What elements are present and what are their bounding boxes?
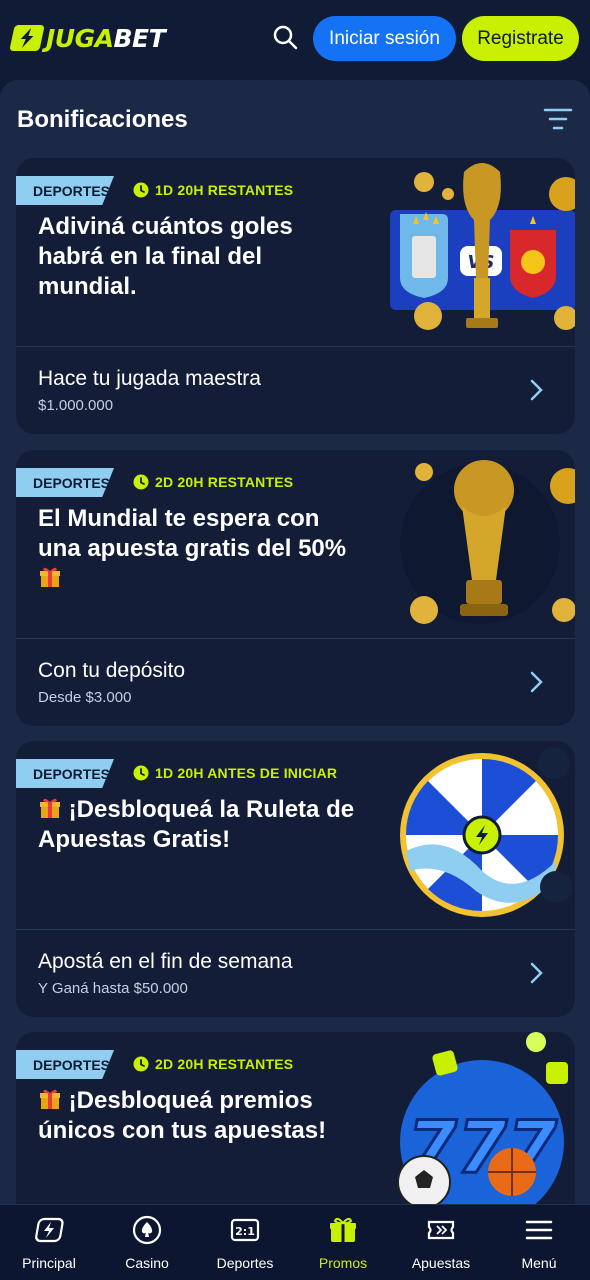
spade-icon bbox=[132, 1215, 162, 1245]
nav-item-deportes[interactable]: 2:1 Deportes bbox=[196, 1205, 294, 1280]
nav-item-apuestas[interactable]: Apuestas bbox=[392, 1205, 490, 1280]
ticket-icon bbox=[427, 1220, 455, 1240]
promo-title: ¡Desbloqueá la Ruleta de Apuestas Gratis… bbox=[38, 796, 355, 853]
promo-amount: Y Ganá hasta $50.000 bbox=[38, 980, 188, 997]
nav-item-promos[interactable]: Promos bbox=[294, 1205, 392, 1280]
promo-details-row[interactable]: Apostá en el fin de semana Y Ganá hasta … bbox=[16, 930, 575, 1017]
top-header: JUGABET Iniciar sesión Registrate bbox=[0, 0, 590, 78]
logo-text-bet: BET bbox=[113, 23, 166, 53]
promo-card[interactable]: DEPORTES 1D 20H RESTANTES Adiviná cuánto… bbox=[16, 158, 575, 434]
clock-icon bbox=[133, 474, 149, 490]
category-badge: DEPORTES bbox=[16, 1050, 114, 1079]
logo-bolt-icon bbox=[9, 25, 45, 51]
filter-icon[interactable] bbox=[543, 106, 573, 132]
promo-title: Adiviná cuántos goles habrá en la final … bbox=[38, 213, 293, 300]
bottom-navigation: Principal Casino 2:1 Deportes Promos Apu… bbox=[0, 1204, 590, 1280]
promo-subtitle: Apostá en el fin de semana bbox=[38, 950, 293, 973]
promotions-panel: Bonificaciones DEPORTES 1D 20H RESTANTES… bbox=[0, 80, 590, 1280]
search-icon[interactable] bbox=[272, 24, 300, 52]
argentina-vs-spain-trophy-image: VS bbox=[386, 158, 575, 346]
clock-icon bbox=[133, 1056, 149, 1072]
nav-item-menu[interactable]: Menú bbox=[490, 1205, 588, 1280]
countdown-timer: 2D 20H RESTANTES bbox=[133, 474, 293, 490]
bolt-icon bbox=[35, 1217, 64, 1243]
promo-card[interactable]: DEPORTES 2D 20H RESTANTES El Mundial te … bbox=[16, 450, 575, 726]
clock-icon bbox=[133, 765, 149, 781]
page-title: Bonificaciones bbox=[17, 106, 188, 133]
countdown-timer: 1D 20H ANTES DE INICIAR bbox=[133, 765, 337, 781]
promo-details-row[interactable]: Hace tu jugada maestra $1.000.000 bbox=[16, 347, 575, 434]
svg-text:2:1: 2:1 bbox=[235, 1225, 255, 1238]
hamburger-icon bbox=[525, 1220, 553, 1240]
promo-amount: Desde $3.000 bbox=[38, 689, 132, 706]
promo-subtitle: Hace tu jugada maestra bbox=[38, 367, 261, 390]
chevron-right-icon[interactable] bbox=[526, 377, 546, 403]
promo-title: El Mundial te espera con una apuesta gra… bbox=[38, 504, 358, 594]
category-badge: DEPORTES bbox=[16, 759, 114, 788]
gift-icon bbox=[40, 798, 60, 818]
category-badge: DEPORTES bbox=[16, 468, 114, 497]
logo-text-juga: JUGA bbox=[46, 23, 114, 53]
jugabet-logo[interactable]: JUGABET bbox=[9, 22, 166, 54]
countdown-timer: 2D 20H RESTANTES bbox=[133, 1056, 293, 1072]
promo-details-row[interactable]: Con tu depósito Desde $3.000 bbox=[16, 639, 575, 726]
promo-title: ¡Desbloqueá premios únicos con tus apues… bbox=[38, 1087, 327, 1144]
promo-subtitle: Con tu depósito bbox=[38, 659, 186, 682]
chevron-right-icon[interactable] bbox=[526, 669, 546, 695]
clock-icon bbox=[133, 182, 149, 198]
promo-amount: $1.000.000 bbox=[38, 397, 114, 414]
nav-item-casino[interactable]: Casino bbox=[98, 1205, 196, 1280]
gift-icon bbox=[40, 567, 60, 587]
register-button[interactable]: Registrate bbox=[462, 16, 579, 61]
nav-item-principal[interactable]: Principal bbox=[0, 1205, 98, 1280]
countdown-timer: 1D 20H RESTANTES bbox=[133, 182, 293, 198]
scoreboard-icon: 2:1 bbox=[230, 1218, 260, 1242]
betting-roulette-wheel-image bbox=[386, 741, 575, 929]
promo-card[interactable]: DEPORTES 1D 20H ANTES DE INICIAR ¡Desblo… bbox=[16, 741, 575, 1017]
gift-icon bbox=[330, 1217, 356, 1242]
slots-777-sports-balls-image: 777 bbox=[386, 1032, 575, 1224]
login-button[interactable]: Iniciar sesión bbox=[313, 16, 456, 61]
world-cup-trophy-image bbox=[386, 450, 575, 638]
gift-icon bbox=[40, 1089, 60, 1109]
category-badge: DEPORTES bbox=[16, 176, 114, 205]
chevron-right-icon[interactable] bbox=[526, 960, 546, 986]
